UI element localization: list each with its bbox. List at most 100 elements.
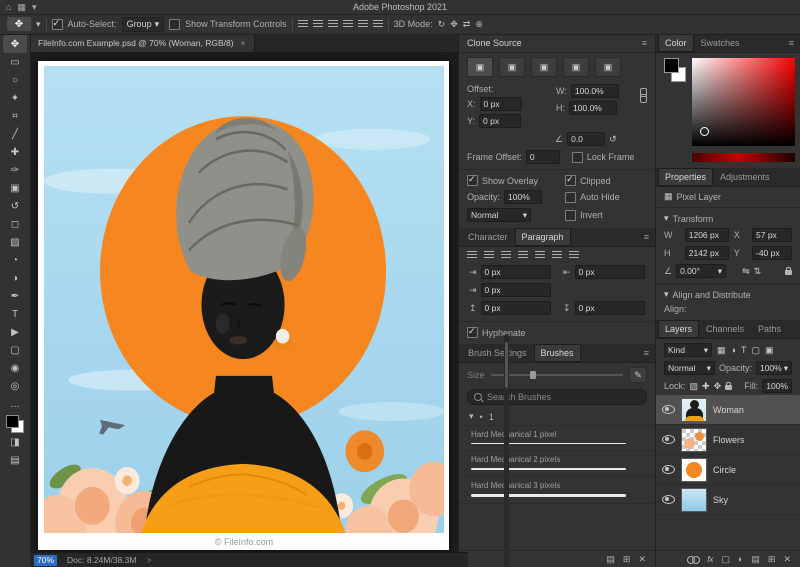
lock-transparent-icon[interactable]: ▨: [690, 381, 699, 392]
visibility-eye-icon[interactable]: [662, 495, 675, 504]
auto-hide-checkbox[interactable]: [565, 192, 576, 203]
delete-brush-icon[interactable]: ✕: [638, 554, 646, 565]
hyphenate-checkbox[interactable]: [467, 327, 478, 338]
screen-mode-icon[interactable]: ▤: [3, 451, 27, 469]
new-layer-icon[interactable]: ⊞: [768, 554, 776, 565]
clone-angle-field[interactable]: 0.0: [567, 132, 605, 146]
transform-w-field[interactable]: 1206 px: [685, 228, 729, 242]
filter-pixel-layers-icon[interactable]: ▦: [717, 345, 726, 356]
visibility-eye-icon[interactable]: [662, 435, 675, 444]
foreground-color-swatch[interactable]: [664, 58, 679, 73]
tab-channels[interactable]: Channels: [699, 320, 751, 338]
tab-character[interactable]: Character: [461, 228, 515, 246]
dodge-tool[interactable]: ◑: [3, 269, 27, 287]
layer-mask-icon[interactable]: ▢: [721, 554, 730, 565]
lock-all-icon[interactable]: [725, 385, 732, 390]
document-canvas[interactable]: © FileInfo.com: [38, 61, 449, 550]
align-left-icon[interactable]: [298, 20, 308, 29]
show-transform-checkbox[interactable]: [169, 19, 180, 30]
filter-type-layers-icon[interactable]: T: [741, 345, 747, 355]
transform-y-field[interactable]: -40 px: [752, 246, 792, 260]
quick-mask-icon[interactable]: ◨: [3, 433, 27, 451]
3d-slide-icon[interactable]: ⇄: [463, 19, 471, 30]
first-line-indent-field[interactable]: 0 px: [481, 283, 551, 297]
layer-thumbnail-woman[interactable]: [681, 398, 707, 422]
type-tool[interactable]: T: [3, 305, 27, 323]
3d-dolly-icon[interactable]: ⊕: [475, 19, 483, 30]
adjustment-layer-icon[interactable]: ◐: [738, 554, 743, 564]
invert-checkbox[interactable]: [565, 210, 576, 221]
3d-pan-icon[interactable]: ✥: [450, 19, 458, 30]
brush-tool[interactable]: ✑: [3, 161, 27, 179]
justify-last-left-icon[interactable]: [518, 251, 528, 260]
tab-swatches[interactable]: Swatches: [694, 34, 747, 52]
tab-properties[interactable]: Properties: [658, 168, 713, 186]
panel-menu-icon[interactable]: ≡: [789, 38, 794, 48]
flip-horizontal-icon[interactable]: ⇋: [742, 266, 750, 277]
lock-icon[interactable]: [785, 270, 792, 275]
gradient-tool[interactable]: ▨: [3, 233, 27, 251]
filter-smart-objects-icon[interactable]: ▣: [765, 345, 774, 356]
justify-last-center-icon[interactable]: [535, 251, 545, 260]
show-overlay-checkbox[interactable]: [467, 175, 478, 186]
rotation-angle-dropdown[interactable]: 0.00° ▾: [676, 264, 726, 278]
tab-paths[interactable]: Paths: [751, 320, 788, 338]
brush-size-slider[interactable]: [491, 374, 623, 376]
canvas-pasteboard[interactable]: © FileInfo.com: [30, 53, 460, 553]
app-grid-icon[interactable]: ▦: [17, 2, 26, 13]
search-brushes-input[interactable]: Search Brushes: [467, 389, 647, 405]
flip-vertical-icon[interactable]: ⇅: [754, 266, 762, 277]
clone-x-field[interactable]: 0 px: [480, 97, 522, 111]
layer-name[interactable]: Sky: [713, 495, 728, 505]
link-wh-icon[interactable]: [639, 88, 647, 104]
align-middle-icon[interactable]: [358, 20, 368, 29]
brush-item[interactable]: Hard Mechanical 1 pixel: [459, 426, 655, 451]
auto-select-dropdown[interactable]: Group ▾: [122, 17, 165, 32]
scrollbar[interactable]: [504, 334, 509, 567]
color-swatch-pair[interactable]: [664, 58, 686, 82]
clone-h-field[interactable]: 100.0%: [569, 101, 617, 115]
tab-brushes[interactable]: Brushes: [534, 344, 581, 362]
marquee-tool[interactable]: ▭: [3, 53, 27, 71]
frame-offset-field[interactable]: 0: [526, 150, 560, 164]
tab-adjustments[interactable]: Adjustments: [713, 168, 777, 186]
auto-select-checkbox[interactable]: [52, 19, 63, 30]
justify-last-right-icon[interactable]: [552, 251, 562, 260]
eraser-tool[interactable]: ◻: [3, 215, 27, 233]
reset-icon[interactable]: ↺: [609, 134, 617, 145]
chevron-down-icon[interactable]: ▾: [32, 2, 37, 13]
tool-preset-chevron-icon[interactable]: ▾: [36, 19, 41, 30]
brush-item[interactable]: Hard Mechanical 3 pixels: [459, 477, 655, 504]
overlay-opacity-field[interactable]: 100%: [504, 190, 542, 204]
layer-filter-kind-dropdown[interactable]: Kind ▾: [664, 343, 712, 357]
tab-color[interactable]: Color: [658, 34, 694, 52]
brush-group-row[interactable]: ▾ • 1: [459, 408, 655, 426]
justify-all-icon[interactable]: [569, 251, 579, 260]
filter-adjustment-layers-icon[interactable]: ◑: [731, 345, 736, 355]
delete-layer-icon[interactable]: ✕: [783, 554, 791, 565]
lock-position-icon[interactable]: ✥: [714, 381, 722, 392]
layer-thumbnail-circle[interactable]: [681, 458, 707, 482]
zoom-level-field[interactable]: 70%: [34, 555, 57, 566]
brush-item[interactable]: Hard Mechanical 2 pixels: [459, 451, 655, 477]
clone-source-slot-1[interactable]: ▣: [467, 57, 493, 77]
visibility-eye-icon[interactable]: [662, 465, 675, 474]
align-top-icon[interactable]: [343, 20, 353, 29]
transform-x-field[interactable]: 57 px: [752, 228, 792, 242]
caret-down-icon[interactable]: ▾: [664, 289, 669, 300]
blend-mode-dropdown[interactable]: Normal ▾: [664, 361, 715, 375]
color-picker-field[interactable]: [692, 58, 795, 146]
path-selection-tool[interactable]: ▶: [3, 323, 27, 341]
panel-menu-icon[interactable]: ≡: [644, 232, 649, 242]
crop-tool[interactable]: ⌗: [3, 107, 27, 125]
filter-shape-layers-icon[interactable]: ▢: [751, 345, 760, 356]
panel-menu-icon[interactable]: ≡: [644, 348, 649, 358]
align-right-icon[interactable]: [328, 20, 338, 29]
layer-name[interactable]: Circle: [713, 465, 736, 475]
move-tool[interactable]: ✥: [3, 35, 27, 53]
fill-dropdown[interactable]: 100%: [762, 379, 792, 393]
clipped-checkbox[interactable]: [565, 175, 576, 186]
lock-frame-checkbox[interactable]: [572, 152, 583, 163]
tab-layers[interactable]: Layers: [658, 320, 699, 338]
clone-source-slot-5[interactable]: ▣: [595, 57, 621, 77]
